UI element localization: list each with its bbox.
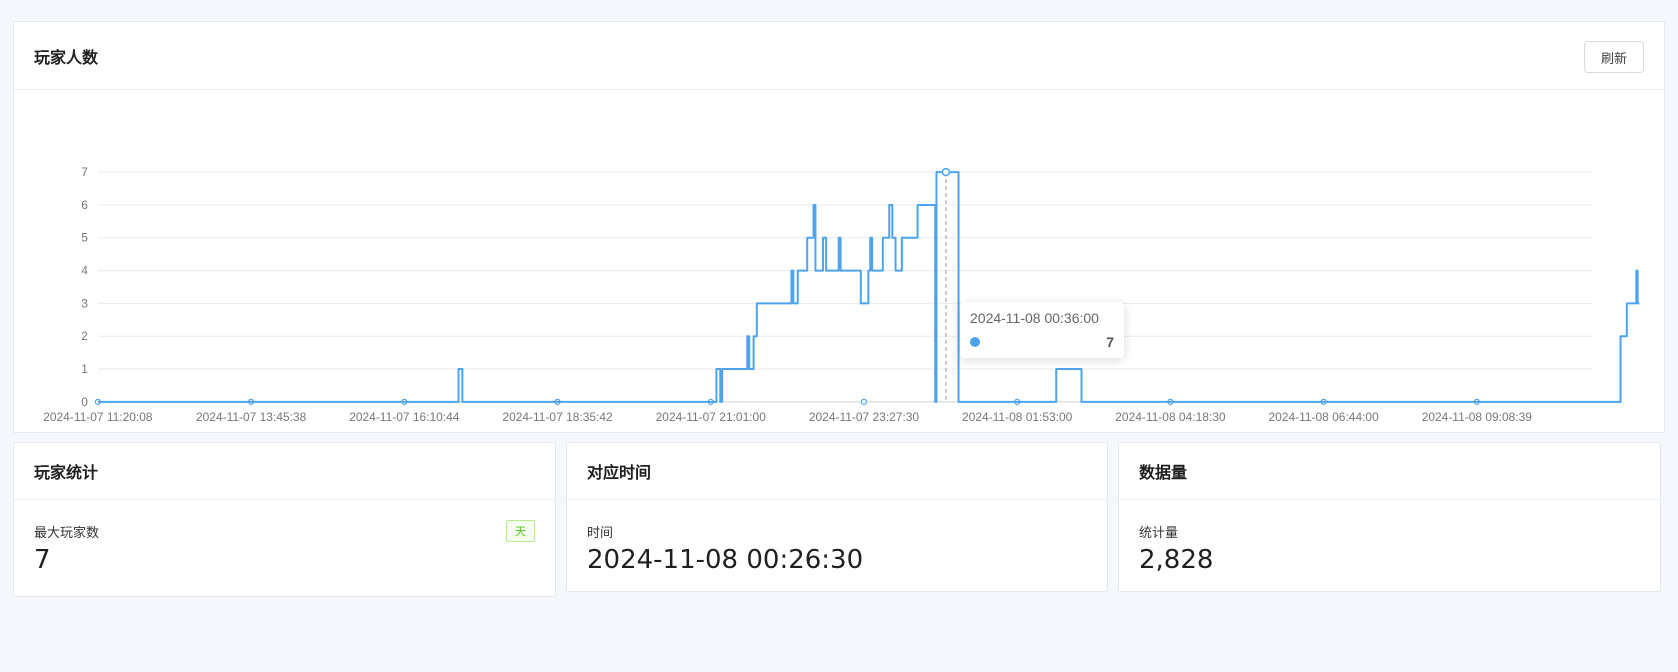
series-line — [97, 171, 1640, 403]
y-tick-label: 6 — [81, 198, 88, 212]
tooltip-time: 2024-11-08 00:36:00 — [970, 310, 1099, 326]
x-tick-label: 2024-11-08 04:18:30 — [1115, 410, 1226, 424]
player-count-chart[interactable]: 0 1 2 3 4 5 6 7 2024-11-07 11:20:08 2024-11-07 13… — [14, 91, 1664, 451]
stat-value: 2,828 — [1139, 545, 1214, 575]
card-header: 对应时间 — [567, 443, 1107, 500]
tooltip-value: 7 — [1106, 334, 1114, 350]
card-header: 数据量 — [1119, 443, 1660, 500]
stat-label: 统计量 — [1139, 525, 1179, 540]
series-dot-icon — [970, 337, 980, 347]
stat-label: 时间 — [587, 525, 614, 540]
data-point — [860, 398, 868, 405]
y-tick-label: 1 — [81, 362, 88, 376]
card-header: 玩家统计 — [14, 443, 555, 500]
stat-label: 最大玩家数 — [34, 525, 100, 540]
refresh-button[interactable]: 刷新 — [1584, 41, 1644, 73]
card-title: 对应时间 — [587, 465, 652, 482]
x-tick-label: 2024-11-07 13:45:38 — [196, 410, 307, 424]
stat-value: 7 — [34, 545, 51, 575]
card-title: 玩家人数 — [34, 49, 99, 67]
y-tick-label: 4 — [81, 264, 88, 278]
period-badge: 天 — [506, 520, 535, 542]
player-stats-card: 玩家统计 最大玩家数 7 天 — [13, 442, 556, 597]
y-tick-label: 7 — [81, 165, 88, 179]
player-count-card: 玩家人数 刷新 0 1 2 3 4 5 6 7 2024-11-07 11:20:08 2024-… — [13, 21, 1665, 433]
x-tick-label: 2024-11-08 09:08:39 — [1422, 410, 1533, 424]
y-tick-label: 3 — [81, 296, 88, 310]
y-tick-label: 2 — [81, 329, 88, 343]
x-tick-label: 2024-11-07 18:35:42 — [502, 410, 613, 424]
hover-point — [941, 167, 951, 177]
y-tick-label: 5 — [81, 231, 88, 245]
y-tick-label: 0 — [81, 395, 88, 409]
card-title: 数据量 — [1139, 465, 1188, 482]
x-tick-label: 2024-11-07 11:20:08 — [43, 410, 153, 424]
x-tick-label: 2024-11-07 21:01:00 — [656, 410, 767, 424]
data-count-card: 数据量 统计量 2,828 — [1118, 442, 1661, 592]
card-title: 玩家统计 — [34, 465, 99, 482]
time-stats-card: 对应时间 时间 2024-11-08 00:26:30 — [566, 442, 1108, 592]
card-header: 玩家人数 刷新 — [14, 22, 1664, 90]
x-tick-label: 2024-11-08 06:44:00 — [1268, 410, 1379, 424]
chart-tooltip: 2024-11-08 00:36:00 7 — [960, 302, 1124, 358]
x-tick-label: 2024-11-07 23:27:30 — [809, 410, 920, 424]
stat-value: 2024-11-08 00:26:30 — [587, 545, 864, 575]
x-tick-label: 2024-11-07 16:10:44 — [349, 410, 460, 424]
x-tick-label: 2024-11-08 01:53:00 — [962, 410, 1073, 424]
